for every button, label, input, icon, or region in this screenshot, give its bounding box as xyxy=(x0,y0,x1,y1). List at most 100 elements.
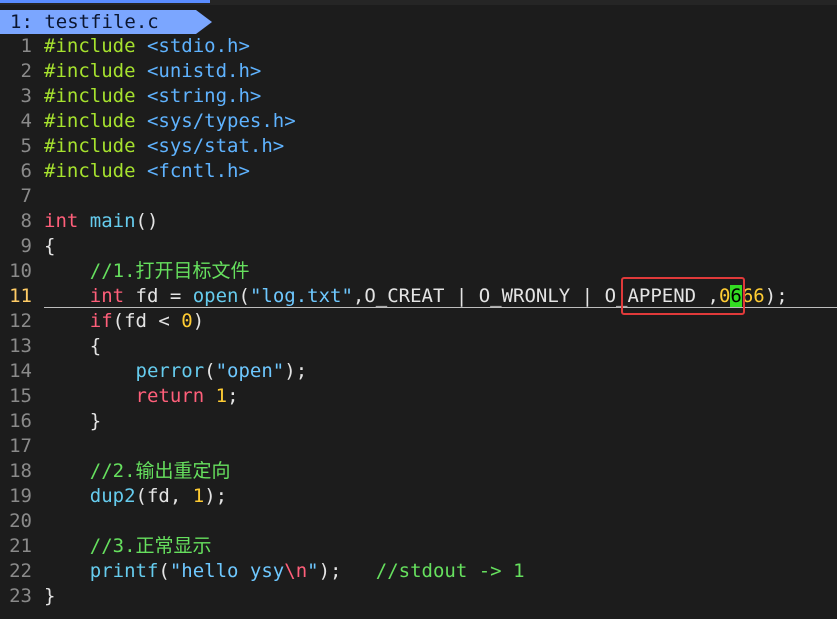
line-number: 11 xyxy=(9,285,32,307)
line-text: } xyxy=(44,409,101,434)
code-line[interactable]: 21 //3.正常显示 xyxy=(0,534,837,559)
line-text: #include <unistd.h> xyxy=(44,59,261,84)
line-number: 3 xyxy=(20,85,32,107)
line-text: printf("hello ysy\n"); //stdout -> 1 xyxy=(44,559,525,584)
token: <fcntl.h> xyxy=(146,160,250,182)
code-line[interactable]: 20 xyxy=(0,509,837,534)
line-text: return 1; xyxy=(44,384,239,409)
code-line[interactable]: 16 } xyxy=(0,409,837,434)
line-number: 21 xyxy=(9,535,32,557)
token: () xyxy=(135,210,159,232)
token: ); xyxy=(204,485,228,507)
token: <unistd.h> xyxy=(146,60,262,82)
token: #include xyxy=(44,35,147,57)
o-append-highlight-box xyxy=(621,277,745,315)
token: ); xyxy=(764,285,788,307)
line-number: 2 xyxy=(20,60,32,82)
line-text: #include <sys/stat.h> xyxy=(44,134,284,159)
token: int xyxy=(89,285,125,307)
code-line[interactable]: 4 #include <sys/types.h> xyxy=(0,109,837,134)
token: } xyxy=(44,410,102,432)
code-line[interactable]: 3 #include <string.h> xyxy=(0,84,837,109)
token: 66 xyxy=(741,285,765,307)
code-line[interactable]: 8 int main() xyxy=(0,209,837,234)
line-text: perror("open"); xyxy=(44,359,308,384)
line-text: //3.正常显示 xyxy=(44,534,212,559)
token: \n xyxy=(284,560,308,582)
token: "log.txt" xyxy=(249,285,353,307)
line-number: 19 xyxy=(9,485,32,507)
token: "hello ysy xyxy=(169,560,285,582)
code-line[interactable]: 17 xyxy=(0,434,837,459)
code-line[interactable]: 6 #include <fcntl.h> xyxy=(0,159,837,184)
token: int xyxy=(44,210,79,232)
token: main xyxy=(89,210,136,232)
token: ; xyxy=(227,385,239,407)
line-text: { xyxy=(44,234,55,259)
code-line[interactable]: 22 printf("hello ysy\n"); //stdout -> 1 xyxy=(0,559,837,584)
code-line[interactable]: 23} xyxy=(0,584,837,609)
code-line[interactable]: 19 dup2(fd, 1); xyxy=(0,484,837,509)
line-number: 6 xyxy=(20,160,32,182)
line-number: 9 xyxy=(20,235,32,257)
token: (fd, xyxy=(135,485,193,507)
token: printf xyxy=(89,560,159,582)
line-number: 15 xyxy=(9,385,32,407)
vim-tabline: 1: testfile.c xyxy=(0,10,837,34)
line-number: 20 xyxy=(9,510,32,532)
code-line[interactable]: 15 return 1; xyxy=(0,384,837,409)
token: } xyxy=(44,585,56,607)
line-text: #include <string.h> xyxy=(44,84,261,109)
line-number: 14 xyxy=(9,360,32,382)
code-line[interactable]: 18 //2.输出重定向 xyxy=(0,459,837,484)
token: //3.正常显示 xyxy=(89,535,212,557)
line-number: 22 xyxy=(9,560,32,582)
code-line[interactable]: 9{ xyxy=(0,234,837,259)
tab-testfile[interactable]: 1: testfile.c xyxy=(0,10,196,34)
token: fd = xyxy=(124,285,193,307)
code-line[interactable]: 1 #include <stdio.h> xyxy=(0,34,837,59)
line-number: 13 xyxy=(9,335,32,357)
token: "open" xyxy=(215,360,285,382)
code-line[interactable]: 13 { xyxy=(0,334,837,359)
token: #include xyxy=(44,85,147,107)
code-line[interactable]: 14 perror("open"); xyxy=(0,359,837,384)
token: 1 xyxy=(192,485,205,507)
token: #include xyxy=(44,160,147,182)
code-line[interactable]: 2 #include <unistd.h> xyxy=(0,59,837,84)
line-number: 1 xyxy=(20,35,32,57)
token: { xyxy=(44,235,56,257)
token: <string.h> xyxy=(146,85,262,107)
line-number: 23 xyxy=(9,585,32,607)
code-line[interactable]: 7 xyxy=(0,184,837,209)
token: perror xyxy=(135,360,205,382)
token: //stdout -> 1 xyxy=(375,560,525,582)
token: <sys/types.h> xyxy=(146,110,296,132)
code-line[interactable]: 5 #include <sys/stat.h> xyxy=(0,134,837,159)
token: #include xyxy=(44,110,147,132)
token: (fd < xyxy=(112,310,182,332)
line-number: 5 xyxy=(20,135,32,157)
token: return xyxy=(135,385,205,407)
token: ( xyxy=(204,360,216,382)
token: { xyxy=(44,335,102,357)
line-text: //1.打开目标文件 xyxy=(44,259,250,284)
line-number: 7 xyxy=(20,185,32,207)
code-editor[interactable]: 1 #include <stdio.h> 2 #include <unistd.h> 3… xyxy=(0,34,837,609)
token: ); xyxy=(318,560,376,582)
line-text: #include <fcntl.h> xyxy=(44,159,250,184)
token: <sys/stat.h> xyxy=(146,135,285,157)
line-number: 16 xyxy=(9,410,32,432)
line-text: //2.输出重定向 xyxy=(44,459,231,484)
token: ); xyxy=(284,360,308,382)
window-top-strip xyxy=(0,0,837,5)
line-number: 18 xyxy=(9,460,32,482)
token: dup2 xyxy=(89,485,136,507)
